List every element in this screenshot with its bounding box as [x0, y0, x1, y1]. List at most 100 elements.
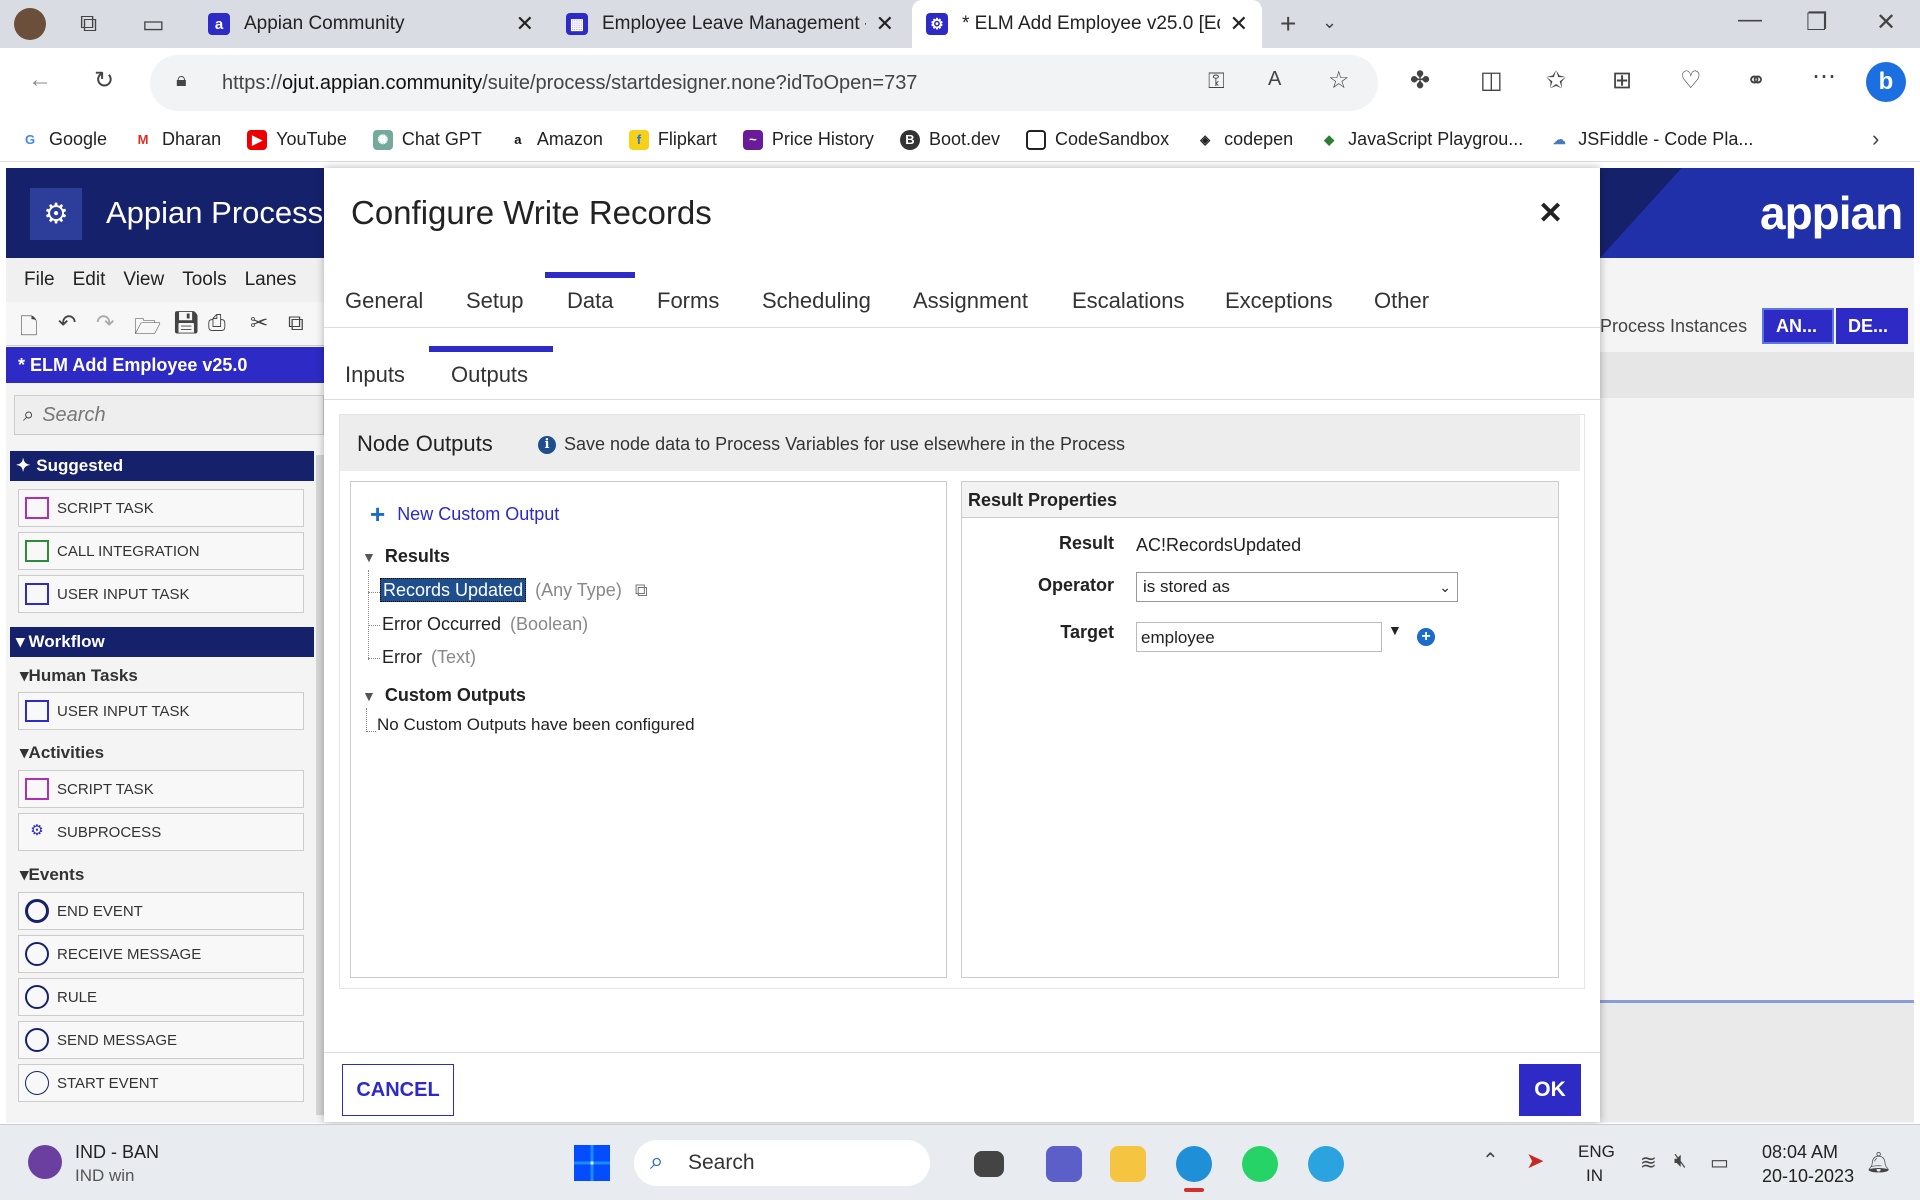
tab-forms[interactable]: Forms: [657, 288, 719, 314]
tab-data[interactable]: Data: [567, 288, 613, 314]
subtab-outputs[interactable]: Outputs: [451, 362, 528, 388]
tab-list-chevron-icon[interactable]: ⌄: [1322, 12, 1337, 33]
bookmark-codepen[interactable]: ◈ codepen: [1195, 129, 1293, 150]
file-explorer-icon[interactable]: [1110, 1146, 1146, 1182]
restore-icon[interactable]: ❐: [1806, 8, 1828, 37]
bookmark-chatgpt[interactable]: ✺ Chat GPT: [372, 129, 482, 150]
collections-icon[interactable]: ⊞: [1612, 66, 1632, 95]
result-error-occurred[interactable]: Error Occurred (Boolean): [382, 614, 588, 635]
bookmark-js-playground[interactable]: ◆ JavaScript Playgrou...: [1319, 129, 1523, 150]
url-field[interactable]: 🔒︎ https://ojut.appian.community/suite/p…: [150, 55, 1378, 111]
undo-icon[interactable]: ↶: [58, 310, 76, 336]
tab-assignment[interactable]: Assignment: [913, 288, 1028, 314]
print-icon[interactable]: ⎙: [208, 310, 226, 336]
palette-item-start-event[interactable]: START EVENT: [18, 1064, 304, 1102]
tab-elm-add-employee[interactable]: ⚙ * ELM Add Employee v25.0 [Editi ✕: [912, 0, 1262, 48]
target-dropdown-arrow-icon[interactable]: ▼: [1388, 622, 1402, 638]
taskbar-search[interactable]: ⌕ Search: [634, 1140, 930, 1186]
ok-button[interactable]: OK: [1519, 1064, 1581, 1116]
palette-item-subprocess[interactable]: ⚙ SUBPROCESS: [18, 813, 304, 851]
menu-lanes[interactable]: Lanes: [245, 269, 297, 291]
task-view-icon[interactable]: [974, 1151, 1004, 1177]
back-icon[interactable]: ←: [28, 66, 52, 94]
target-input[interactable]: employee: [1136, 622, 1382, 652]
tab-appian-community[interactable]: a Appian Community ✕: [194, 0, 548, 48]
close-tab-icon[interactable]: ✕: [876, 11, 894, 37]
language-line1[interactable]: ENG: [1578, 1142, 1615, 1162]
bookmark-youtube[interactable]: ▶ YouTube: [247, 129, 347, 150]
refresh-icon[interactable]: ↻: [94, 66, 114, 95]
workspaces-icon[interactable]: ⧉: [80, 10, 97, 38]
clock-time[interactable]: 08:04 AM: [1762, 1142, 1838, 1163]
analyst-button[interactable]: AN...: [1762, 308, 1834, 344]
bookmark-dharan[interactable]: M Dharan: [133, 129, 221, 150]
bookmark-flipkart[interactable]: f Flipkart: [628, 129, 717, 150]
teams-icon[interactable]: [1046, 1146, 1082, 1182]
process-instances-tab[interactable]: Process Instances: [1600, 316, 1747, 337]
save-icon[interactable]: 💾︎: [172, 310, 200, 336]
close-tab-icon[interactable]: ✕: [1230, 11, 1248, 37]
tab-setup[interactable]: Setup: [466, 288, 524, 314]
close-icon[interactable]: ✕: [1538, 196, 1563, 231]
edge-icon[interactable]: [1176, 1146, 1212, 1182]
tab-general[interactable]: General: [345, 288, 423, 314]
bookmark-bootdev[interactable]: B Boot.dev: [899, 129, 1000, 150]
tab-escalations[interactable]: Escalations: [1072, 288, 1185, 314]
results-node[interactable]: ▼ Results: [362, 546, 450, 567]
widget-line1[interactable]: IND - BAN: [75, 1142, 159, 1163]
bookmark-amazon[interactable]: a Amazon: [507, 129, 603, 150]
read-aloud-icon[interactable]: A: [1268, 68, 1281, 91]
battery-icon[interactable]: ▭: [1710, 1150, 1729, 1175]
favorites-icon[interactable]: ✩: [1546, 66, 1566, 95]
bookmark-codesandbox[interactable]: CodeSandbox: [1026, 129, 1169, 150]
designer-button[interactable]: DE...: [1836, 308, 1908, 344]
palette-section-workflow[interactable]: ▾ Workflow: [10, 627, 314, 657]
bookmarks-more-chevron-icon[interactable]: ›: [1872, 126, 1879, 152]
favorite-star-icon[interactable]: ☆: [1328, 66, 1350, 95]
copy-icon[interactable]: ⧉: [288, 310, 304, 336]
show-hidden-icons-chevron-icon[interactable]: ⌃: [1482, 1148, 1499, 1173]
palette-item-script-task[interactable]: SCRIPT TASK: [18, 489, 304, 527]
new-icon[interactable]: 🗋︎: [20, 310, 38, 348]
start-windows-icon[interactable]: [574, 1145, 610, 1181]
palette-subsection-activities[interactable]: ▾Activities: [20, 743, 104, 763]
palette-search-input[interactable]: ⌕ Search: [14, 395, 324, 435]
profile-avatar[interactable]: [14, 8, 46, 40]
close-tab-icon[interactable]: ✕: [516, 11, 534, 37]
result-error[interactable]: Error (Text): [382, 647, 476, 668]
bookmark-google[interactable]: G Google: [20, 129, 107, 150]
result-records-updated[interactable]: Records Updated (Any Type) ⧉: [380, 578, 648, 602]
more-options-icon[interactable]: ⋯: [1812, 62, 1836, 91]
palette-item-call-integration[interactable]: CALL INTEGRATION: [18, 532, 304, 570]
bookmark-price-history[interactable]: ~ Price History: [742, 129, 874, 150]
menu-edit[interactable]: Edit: [73, 269, 106, 291]
performance-icon[interactable]: ⚭: [1746, 66, 1766, 95]
add-variable-icon[interactable]: +: [1417, 628, 1435, 646]
operator-select[interactable]: is stored as ⌄: [1136, 572, 1458, 602]
custom-outputs-node[interactable]: ▼ Custom Outputs: [362, 685, 526, 706]
tab-scheduling[interactable]: Scheduling: [762, 288, 871, 314]
new-custom-output-link[interactable]: + New Custom Output: [370, 499, 559, 530]
menu-tools[interactable]: Tools: [182, 269, 226, 291]
palette-item-receive-message[interactable]: RECEIVE MESSAGE: [18, 935, 304, 973]
menu-file[interactable]: File: [24, 269, 55, 291]
palette-item-send-message[interactable]: SEND MESSAGE: [18, 1021, 304, 1059]
tab-employee-leave[interactable]: ▦ Employee Leave Management – ( ✕: [552, 0, 908, 48]
open-icon[interactable]: 🗁︎: [134, 310, 161, 348]
cut-icon[interactable]: ✂: [250, 310, 268, 336]
split-screen-icon[interactable]: ◫: [1480, 66, 1503, 95]
palette-item-user-input-task[interactable]: USER INPUT TASK: [18, 575, 304, 613]
tab-exceptions[interactable]: Exceptions: [1225, 288, 1333, 314]
redo-icon[interactable]: ↷: [96, 310, 114, 336]
palette-item-rule[interactable]: RULE: [18, 978, 304, 1016]
close-window-icon[interactable]: ✕: [1876, 8, 1896, 37]
wifi-icon[interactable]: ≋: [1640, 1150, 1657, 1175]
whatsapp-icon[interactable]: [1242, 1146, 1278, 1182]
browser-essentials-icon[interactable]: ♡: [1680, 66, 1702, 95]
extensions-icon[interactable]: ✤: [1410, 66, 1430, 95]
canvas-area[interactable]: [1600, 352, 1914, 398]
new-tab-icon[interactable]: +: [1280, 8, 1296, 40]
subtab-inputs[interactable]: Inputs: [345, 362, 405, 388]
speaker-muted-icon[interactable]: 🔇︎: [1674, 1150, 1687, 1173]
key-icon[interactable]: ⚿: [1208, 68, 1225, 94]
